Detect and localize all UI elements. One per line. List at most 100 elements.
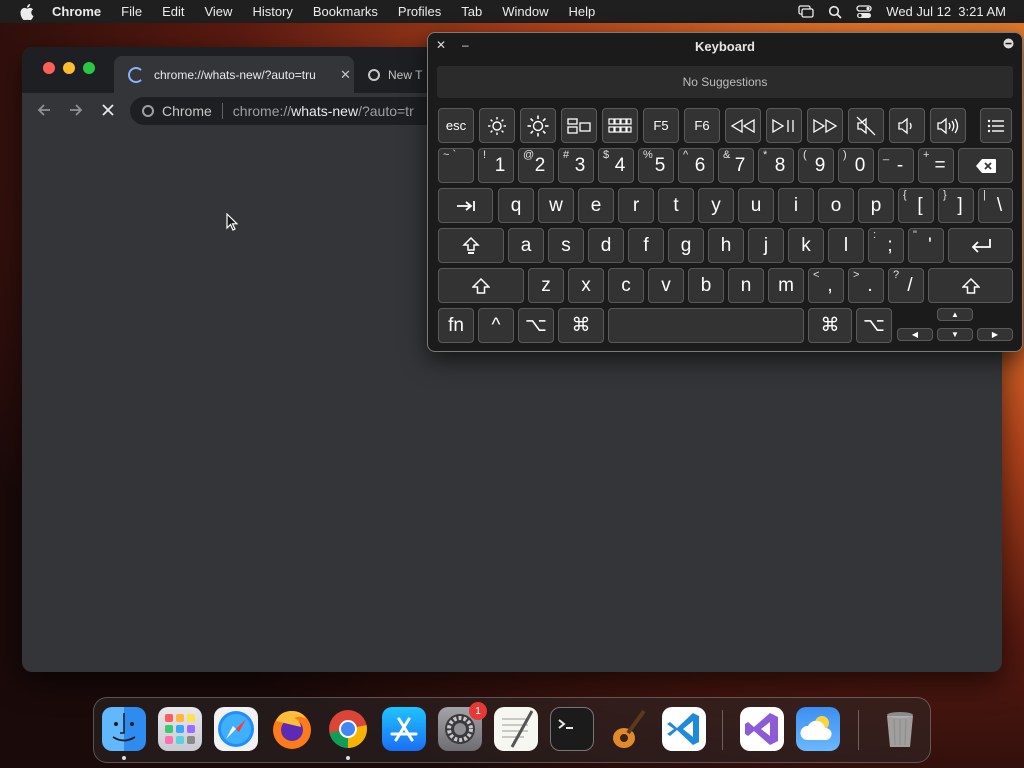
key-f6[interactable]: F6 [684, 108, 720, 143]
zoom-window-button[interactable] [83, 62, 95, 74]
key-4[interactable]: $4 [598, 148, 634, 183]
key-arrow-right[interactable]: ▶ [977, 328, 1013, 341]
key-0[interactable]: ) 0 [838, 148, 874, 183]
finder-icon[interactable] [102, 707, 146, 751]
spotlight-search-icon[interactable] [828, 5, 842, 19]
key-quote[interactable]: " ' [908, 228, 944, 263]
key-u[interactable]: u [738, 188, 774, 223]
tab-new-tab[interactable]: New T [368, 56, 422, 93]
back-arrow-icon[interactable] [36, 102, 52, 123]
key-i[interactable]: i [778, 188, 814, 223]
key-x[interactable]: x [568, 268, 604, 303]
key-b[interactable]: b [688, 268, 724, 303]
rewind-icon[interactable] [725, 108, 761, 143]
key-z[interactable]: z [528, 268, 564, 303]
app-store-icon[interactable] [382, 707, 426, 751]
key-s[interactable]: s [548, 228, 584, 263]
key-1[interactable]: ! 1 [478, 148, 514, 183]
key-left-bracket[interactable]: {[ [898, 188, 934, 223]
key-l[interactable]: l [828, 228, 864, 263]
brightness-down-icon[interactable] [479, 108, 515, 143]
forward-arrow-icon[interactable] [68, 102, 84, 123]
menu-help[interactable]: Help [569, 4, 596, 19]
key-arrow-down[interactable]: ▼ [937, 328, 973, 341]
trash-icon[interactable] [878, 707, 922, 751]
key-8[interactable]: * 8 [758, 148, 794, 183]
key-space[interactable] [608, 308, 804, 343]
key-r[interactable]: r [618, 188, 654, 223]
site-chip[interactable]: Chrome [162, 103, 212, 119]
key-left-option[interactable]: ⌥ [518, 308, 554, 343]
key-fn[interactable]: fn [438, 308, 474, 343]
key-t[interactable]: t [658, 188, 694, 223]
menu-icon[interactable] [980, 108, 1012, 143]
control-center-icon[interactable] [856, 4, 872, 19]
key-c[interactable]: c [608, 268, 644, 303]
key-esc[interactable]: esc [438, 108, 474, 143]
tab-key-icon[interactable] [438, 188, 493, 223]
return-key-icon[interactable] [948, 228, 1013, 263]
key-w[interactable]: w [538, 188, 574, 223]
menu-history[interactable]: History [252, 4, 292, 19]
key-y[interactable]: y [698, 188, 734, 223]
right-shift-icon[interactable] [928, 268, 1013, 303]
key-slash[interactable]: ? / [888, 268, 924, 303]
fast-forward-icon[interactable] [807, 108, 843, 143]
brightness-up-icon[interactable] [520, 108, 556, 143]
key-p[interactable]: p [858, 188, 894, 223]
key-v[interactable]: v [648, 268, 684, 303]
close-tab-icon[interactable]: ✕ [340, 67, 351, 83]
weather-icon[interactable] [796, 707, 840, 751]
key-7[interactable]: & 7 [718, 148, 754, 183]
key-3[interactable]: #3 [558, 148, 594, 183]
firefox-icon[interactable] [270, 707, 314, 751]
key-arrow-left[interactable]: ◀ [897, 328, 933, 341]
menu-edit[interactable]: Edit [162, 4, 184, 19]
menu-tab[interactable]: Tab [461, 4, 482, 19]
delete-backspace-icon[interactable] [958, 148, 1013, 183]
key-a[interactable]: a [508, 228, 544, 263]
key-2[interactable]: @2 [518, 148, 554, 183]
close-window-button[interactable] [43, 62, 55, 74]
volume-up-icon[interactable] [930, 108, 966, 143]
garageband-icon[interactable] [606, 707, 650, 751]
mission-control-icon[interactable] [561, 108, 597, 143]
keyboard-options-icon[interactable] [1003, 38, 1014, 52]
key-tilde[interactable]: ~ ` [438, 148, 474, 183]
tab-whats-new[interactable]: chrome://whats-new/?auto=tru ✕ [114, 56, 354, 93]
menu-profiles[interactable]: Profiles [398, 4, 441, 19]
terminal-icon[interactable] [550, 707, 594, 751]
caps-lock-icon[interactable] [438, 228, 504, 263]
key-right-command[interactable]: ⌘ [808, 308, 852, 343]
apple-menu-icon[interactable] [18, 3, 36, 21]
key-9[interactable]: (9 [798, 148, 834, 183]
screen-mirroring-icon[interactable] [798, 4, 814, 19]
mute-icon[interactable] [848, 108, 884, 143]
menu-file[interactable]: File [121, 4, 142, 19]
menu-app-name[interactable]: Chrome [52, 4, 101, 19]
stop-loading-icon[interactable] [100, 102, 116, 123]
key-n[interactable]: n [728, 268, 764, 303]
key-period[interactable]: >. [848, 268, 884, 303]
visual-studio-icon[interactable] [740, 707, 784, 751]
key-6[interactable]: ^ 6 [678, 148, 714, 183]
launchpad-icon[interactable] [158, 707, 202, 751]
key-e[interactable]: e [578, 188, 614, 223]
launchpad-icon[interactable] [602, 108, 638, 143]
key-equals[interactable]: + = [918, 148, 954, 183]
google-chrome-icon[interactable] [326, 707, 370, 751]
menu-window[interactable]: Window [502, 4, 548, 19]
key-g[interactable]: g [668, 228, 704, 263]
textedit-icon[interactable] [494, 707, 538, 751]
left-shift-icon[interactable] [438, 268, 524, 303]
key-5[interactable]: % 5 [638, 148, 674, 183]
key-d[interactable]: d [588, 228, 624, 263]
play-pause-icon[interactable] [766, 108, 802, 143]
minimize-window-button[interactable] [63, 62, 75, 74]
key-m[interactable]: m [768, 268, 804, 303]
key-left-command[interactable]: ⌘ [558, 308, 604, 343]
key-o[interactable]: o [818, 188, 854, 223]
volume-down-icon[interactable] [889, 108, 925, 143]
safari-icon[interactable] [214, 707, 258, 751]
menu-view[interactable]: View [204, 4, 232, 19]
